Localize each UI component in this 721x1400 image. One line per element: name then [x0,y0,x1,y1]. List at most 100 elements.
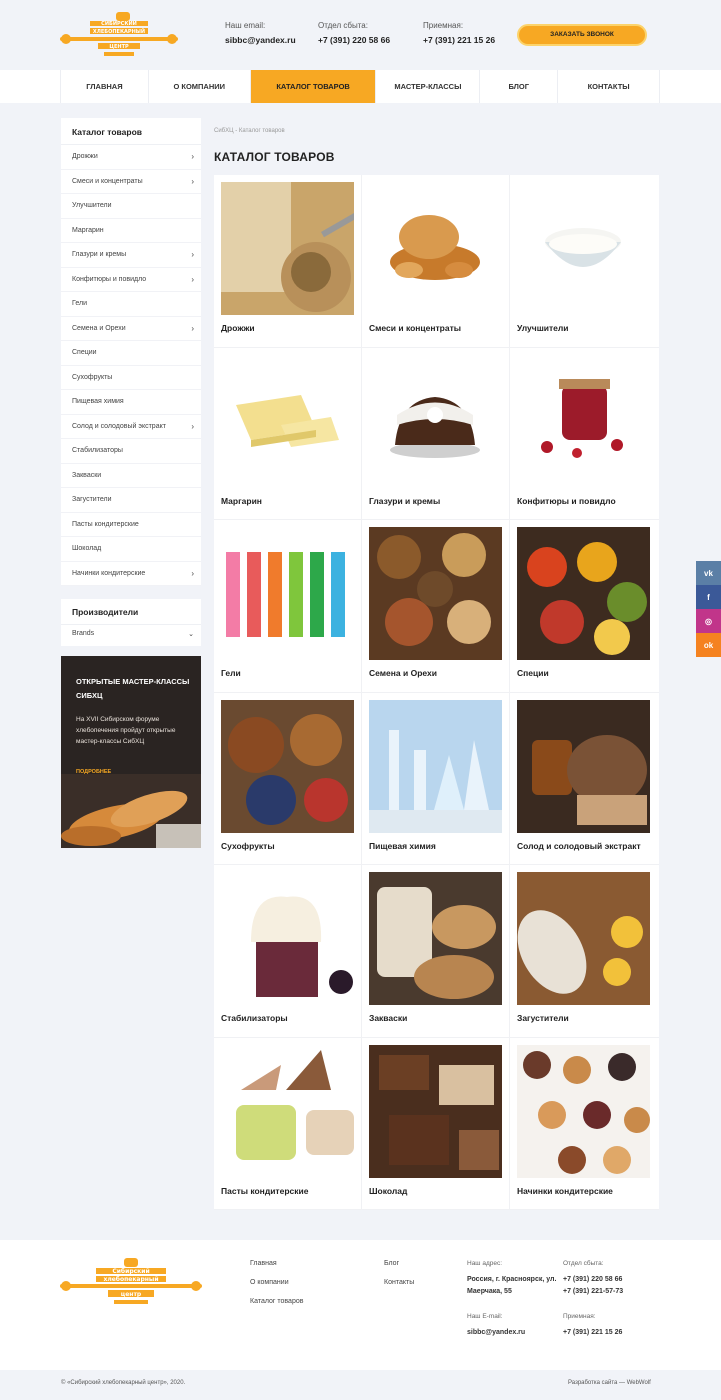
catalog-card-title[interactable]: Сухофрукты [221,841,275,851]
catalog-card-title[interactable]: Пасты кондитерские [221,1186,308,1196]
thickener-image[interactable] [517,872,650,1005]
catalog-card-title[interactable]: Маргарин [221,496,262,506]
tartlets-image[interactable] [517,1044,650,1178]
nav-item-3[interactable]: Мастер-классы [376,70,481,103]
catalog-card-title[interactable]: Глазури и кремы [369,496,440,506]
sidebar-item[interactable]: Семена и Орехи › [61,317,201,341]
catalog-card-title[interactable]: Начинки кондитерские [517,1186,613,1196]
catalog-card[interactable]: Семена и Орехи [362,520,510,693]
catalog-card[interactable]: Конфитюры и повидло [510,348,659,520]
instagram-icon[interactable]: ◎ [696,609,721,633]
lab-glassware-image[interactable] [369,699,502,833]
reception-phone[interactable]: +7 (391) 221 15 26 [423,35,495,46]
footer-reception-phone[interactable]: +7 (391) 221 15 26 [563,1327,622,1339]
catalog-card[interactable]: Смеси и концентраты [362,175,510,348]
odnoklassniki-icon[interactable]: ok [696,633,721,657]
cream-bowl-image[interactable] [517,182,650,315]
catalog-card-title[interactable]: Стабилизаторы [221,1013,288,1023]
footer-link[interactable]: Контакты [384,1279,414,1286]
facebook-icon[interactable]: f [696,585,721,609]
catalog-card-title[interactable]: Пищевая химия [369,841,436,851]
catalog-card[interactable]: Начинки кондитерские [510,1038,659,1210]
catalog-card-title[interactable]: Закваски [369,1013,407,1023]
site-logo[interactable]: СИБИРСКИЙ ХЛЕБОПЕКАРНЫЙ ЦЕНТР [60,12,178,58]
catalog-card[interactable]: Маргарин [214,347,362,520]
gel-tubes-image[interactable] [221,527,354,660]
footer-link[interactable]: Главная [250,1260,277,1267]
sourdough-image[interactable] [369,872,502,1005]
catalog-card-title[interactable]: Дрожжи [221,323,255,333]
footer-logo[interactable]: Сибирский хлебопекарный центр [60,1258,202,1306]
email-link[interactable]: sibbc@yandex.ru [225,35,296,46]
sidebar-item[interactable]: Специи [61,341,201,366]
catalog-card[interactable]: Глазури и кремы [362,347,510,520]
breadcrumb[interactable]: СибХЦ - Каталог товаров [214,128,285,134]
sidebar-item[interactable]: Гели [61,292,201,317]
catalog-card-title[interactable]: Шоколад [369,1186,407,1196]
catalog-card-title[interactable]: Конфитюры и повидло [517,496,616,506]
footer-link[interactable]: О компании [250,1279,289,1286]
catalog-card-title[interactable]: Солод и солодовый экстракт [517,841,641,851]
catalog-card-title[interactable]: Семена и Орехи [369,668,437,678]
catalog-card[interactable]: Стабилизаторы [214,865,362,1038]
sidebar-item[interactable]: Пасты кондитерские [61,513,201,537]
sidebar-item[interactable]: Смеси и концентраты › [61,170,201,194]
sales-phone[interactable]: +7 (391) 220 58 66 [318,35,390,46]
promo-banner[interactable]: Открытые мастер-классы СибХЦ На XVII Сиб… [61,656,201,848]
catalog-card-title[interactable]: Смеси и концентраты [369,323,461,333]
sidebar-item[interactable]: Конфитюры и повидло › [61,268,201,292]
sidebar-item[interactable]: Стабилизаторы [61,439,201,464]
whipped-cream-image[interactable] [221,872,354,1005]
order-call-button[interactable]: Заказать звонок [517,24,647,46]
catalog-card[interactable]: Гели [214,520,362,693]
catalog-card[interactable]: Дрожжи [214,175,362,348]
catalog-card-title[interactable]: Загустители [517,1013,569,1023]
footer-sales-phones[interactable]: +7 (391) 220 58 66 +7 (391) 221-57-73 [563,1274,623,1298]
nav-item-0[interactable]: Главная [61,70,149,103]
sidebar-item[interactable]: Глазури и кремы › [61,243,201,268]
dried-fruits-image[interactable] [221,699,354,833]
glazed-cake-image[interactable] [369,354,502,488]
sidebar-item[interactable]: Закваски [61,464,201,488]
catalog-card-title[interactable]: Специи [517,668,549,678]
catalog-card-title[interactable]: Улучшители [517,323,569,333]
catalog-card[interactable]: Сухофрукты [214,692,362,865]
developer-link[interactable]: Разработка сайта — WebWolf [568,1380,651,1386]
spices-image[interactable] [517,527,650,660]
jam-jar-image[interactable] [517,354,650,488]
sidebar-item[interactable]: Сухофрукты [61,366,201,390]
catalog-card[interactable]: Пищевая химия [362,692,510,865]
pastry-paste-image[interactable] [221,1044,354,1178]
catalog-card[interactable]: Шоколад [362,1037,510,1210]
brands-select[interactable]: Brands ⌄ [61,625,201,638]
sidebar-item[interactable]: Маргарин [61,219,201,243]
nuts-image[interactable] [369,527,502,660]
sidebar-item[interactable]: Начинки кондитерские › [61,562,201,586]
sidebar-item[interactable]: Солод и солодовый экстракт › [61,415,201,439]
catalog-card[interactable]: Специи [510,520,659,693]
margarine-image[interactable] [221,354,354,488]
catalog-card[interactable]: Солод и солодовый экстракт [510,693,659,865]
malt-image[interactable] [517,699,650,833]
footer-link[interactable]: Каталог товаров [250,1298,303,1305]
chocolate-image[interactable] [369,1044,502,1178]
sidebar-item[interactable]: Улучшители [61,194,201,219]
footer-email[interactable]: sibbc@yandex.ru [467,1327,525,1339]
catalog-card[interactable]: Улучшители [510,175,659,348]
sidebar-item[interactable]: Пищевая химия [61,390,201,415]
sidebar-item[interactable]: Шоколад [61,537,201,562]
catalog-card-title[interactable]: Гели [221,668,241,678]
yeast-image[interactable] [221,182,354,315]
catalog-card[interactable]: Пасты кондитерские [214,1037,362,1210]
catalog-card[interactable]: Закваски [362,865,510,1038]
sidebar-item[interactable]: Дрожжи › [61,145,201,170]
bread-basket-image[interactable] [369,182,502,315]
catalog-card[interactable]: Загустители [510,865,659,1038]
sidebar-item[interactable]: Загустители [61,488,201,513]
nav-item-4[interactable]: Блог [480,70,559,103]
footer-link[interactable]: Блог [384,1260,399,1267]
vk-icon[interactable]: vk [696,561,721,585]
nav-item-5[interactable]: Контакты [558,70,661,103]
nav-item-2[interactable]: Каталог товаров [250,70,377,103]
nav-item-1[interactable]: О компании [149,70,251,103]
